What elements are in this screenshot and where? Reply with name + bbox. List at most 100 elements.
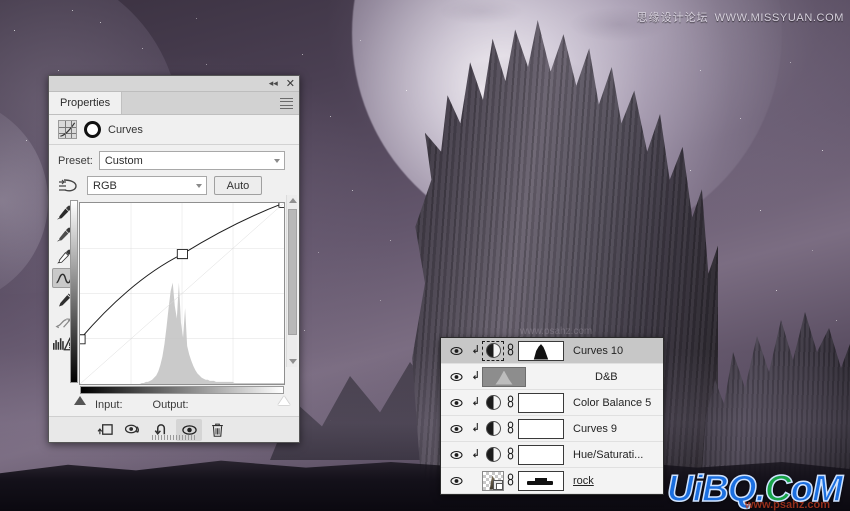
curve-graph[interactable] [79, 202, 285, 385]
channel-value: RGB [93, 180, 117, 192]
eye-icon[interactable] [443, 423, 469, 435]
panel-resize-grip[interactable] [152, 435, 196, 440]
black-point-handle[interactable] [74, 396, 86, 405]
layer-name[interactable]: rock [564, 475, 594, 487]
star [700, 70, 701, 71]
star [380, 300, 381, 301]
auto-button-label: Auto [227, 180, 250, 192]
eye-icon[interactable] [443, 397, 469, 409]
star [822, 150, 823, 151]
star [14, 30, 15, 31]
preset-row: Preset: Custom [49, 145, 299, 173]
clipping-mask-icon [469, 370, 482, 384]
eye-icon[interactable] [443, 371, 469, 383]
auto-button[interactable]: Auto [214, 176, 262, 195]
curve-editor-area [49, 200, 299, 385]
eye-icon[interactable] [443, 449, 469, 461]
mask-mountain-shape [526, 344, 556, 360]
panel-title-bar: ◂◂ ✕ [49, 76, 299, 92]
curves-grid-icon [58, 120, 77, 139]
scrollbar-thumb[interactable] [288, 209, 297, 335]
delete-adjustment-button[interactable] [204, 419, 230, 441]
link-icon[interactable] [504, 343, 517, 359]
layer-mask-icon [84, 121, 101, 138]
half-circle-icon [486, 395, 501, 410]
chevron-down-icon [196, 184, 202, 188]
scroll-up-arrow-icon[interactable] [289, 198, 297, 203]
layer-name[interactable]: Curves 9 [564, 423, 617, 435]
collapse-double-arrow-icon[interactable]: ◂◂ [269, 79, 278, 88]
adjustment-thumbnail[interactable] [482, 393, 504, 413]
star [330, 116, 331, 117]
on-image-adjust-icon[interactable] [58, 177, 80, 195]
adjustment-thumbnail[interactable] [482, 341, 504, 361]
table-row[interactable]: Curves 9 [441, 416, 663, 442]
curve-control-point [80, 335, 85, 344]
star [360, 40, 361, 41]
mask-bar-shape-2 [535, 478, 547, 482]
layer-name[interactable]: Curves 10 [564, 345, 623, 357]
half-circle-icon [486, 421, 501, 436]
star [760, 210, 761, 211]
scroll-down-arrow-icon[interactable] [289, 359, 297, 364]
tab-properties[interactable]: Properties [49, 92, 122, 114]
close-icon[interactable]: ✕ [286, 77, 295, 90]
curve-graph-svg [80, 203, 284, 384]
link-icon[interactable] [504, 447, 517, 463]
star [58, 70, 59, 71]
channel-row: RGB Auto [49, 173, 299, 200]
smart-object-badge-icon [493, 480, 503, 490]
trash-icon [210, 422, 225, 438]
properties-panel: ◂◂ ✕ Properties Curves Preset: Custom RG… [48, 75, 300, 443]
link-icon[interactable] [504, 395, 517, 411]
channel-select[interactable]: RGB [87, 176, 207, 195]
link-icon[interactable] [504, 421, 517, 437]
white-point-handle[interactable] [278, 396, 290, 405]
panel-menu-icon[interactable] [280, 98, 293, 109]
layer-mask-thumbnail[interactable] [518, 419, 564, 439]
half-circle-icon [486, 343, 501, 358]
properties-bottom-bar [49, 416, 299, 442]
table-row[interactable]: D&B [441, 364, 663, 390]
eye-icon[interactable] [443, 345, 469, 357]
layer-thumbnail[interactable] [482, 367, 526, 387]
star [776, 290, 777, 291]
clipping-mask-icon [469, 448, 482, 462]
star [790, 62, 791, 63]
properties-scrollbar[interactable] [286, 195, 297, 367]
layer-mask-thumbnail[interactable] [518, 445, 564, 465]
toggle-previous-state-button[interactable] [120, 419, 146, 441]
on-image-adjust-icon-svg [58, 177, 80, 195]
watermark-bottom-sub: www.psahz.com [745, 499, 830, 511]
adjustment-header: Curves [49, 115, 299, 145]
link-icon[interactable] [504, 473, 517, 489]
adjustment-thumbnail[interactable] [482, 445, 504, 465]
star [836, 320, 837, 321]
smart-object-thumbnail[interactable] [482, 471, 504, 491]
photoshop-screenshot: 思缘设计论坛 WWW.MISSYUAN.COM www.psahz.com UiB… [0, 0, 850, 511]
eye-icon[interactable] [443, 475, 469, 487]
star [740, 118, 741, 119]
tab-properties-label: Properties [60, 97, 110, 109]
eye-rotate-icon [124, 422, 143, 437]
table-row[interactable]: Hue/Saturati... [441, 442, 663, 468]
layer-rows-container: Curves 10 D&B Color Balance 5 Curves 9 Hue/S… [441, 338, 663, 494]
layer-name[interactable]: Color Balance 5 [564, 397, 651, 409]
table-row[interactable]: rock [441, 468, 663, 494]
layer-mask-thumbnail[interactable] [518, 393, 564, 413]
layer-name[interactable]: D&B [586, 371, 618, 383]
panel-tab-strip: Properties [49, 92, 299, 115]
clip-to-layer-button[interactable] [92, 419, 118, 441]
star [196, 18, 197, 19]
layer-mask-thumbnail[interactable] [518, 341, 564, 361]
layer-name[interactable]: Hue/Saturati... [564, 449, 643, 461]
clipping-mask-icon [469, 344, 482, 358]
preset-select[interactable]: Custom [99, 151, 285, 170]
table-row[interactable]: Color Balance 5 [441, 390, 663, 416]
watermark-bottom-u: UiBQ [667, 468, 756, 509]
star [318, 252, 319, 253]
adjustment-thumbnail[interactable] [482, 419, 504, 439]
table-row[interactable]: Curves 10 [441, 338, 663, 364]
preset-value: Custom [105, 155, 143, 167]
layer-mask-thumbnail[interactable] [518, 471, 564, 491]
